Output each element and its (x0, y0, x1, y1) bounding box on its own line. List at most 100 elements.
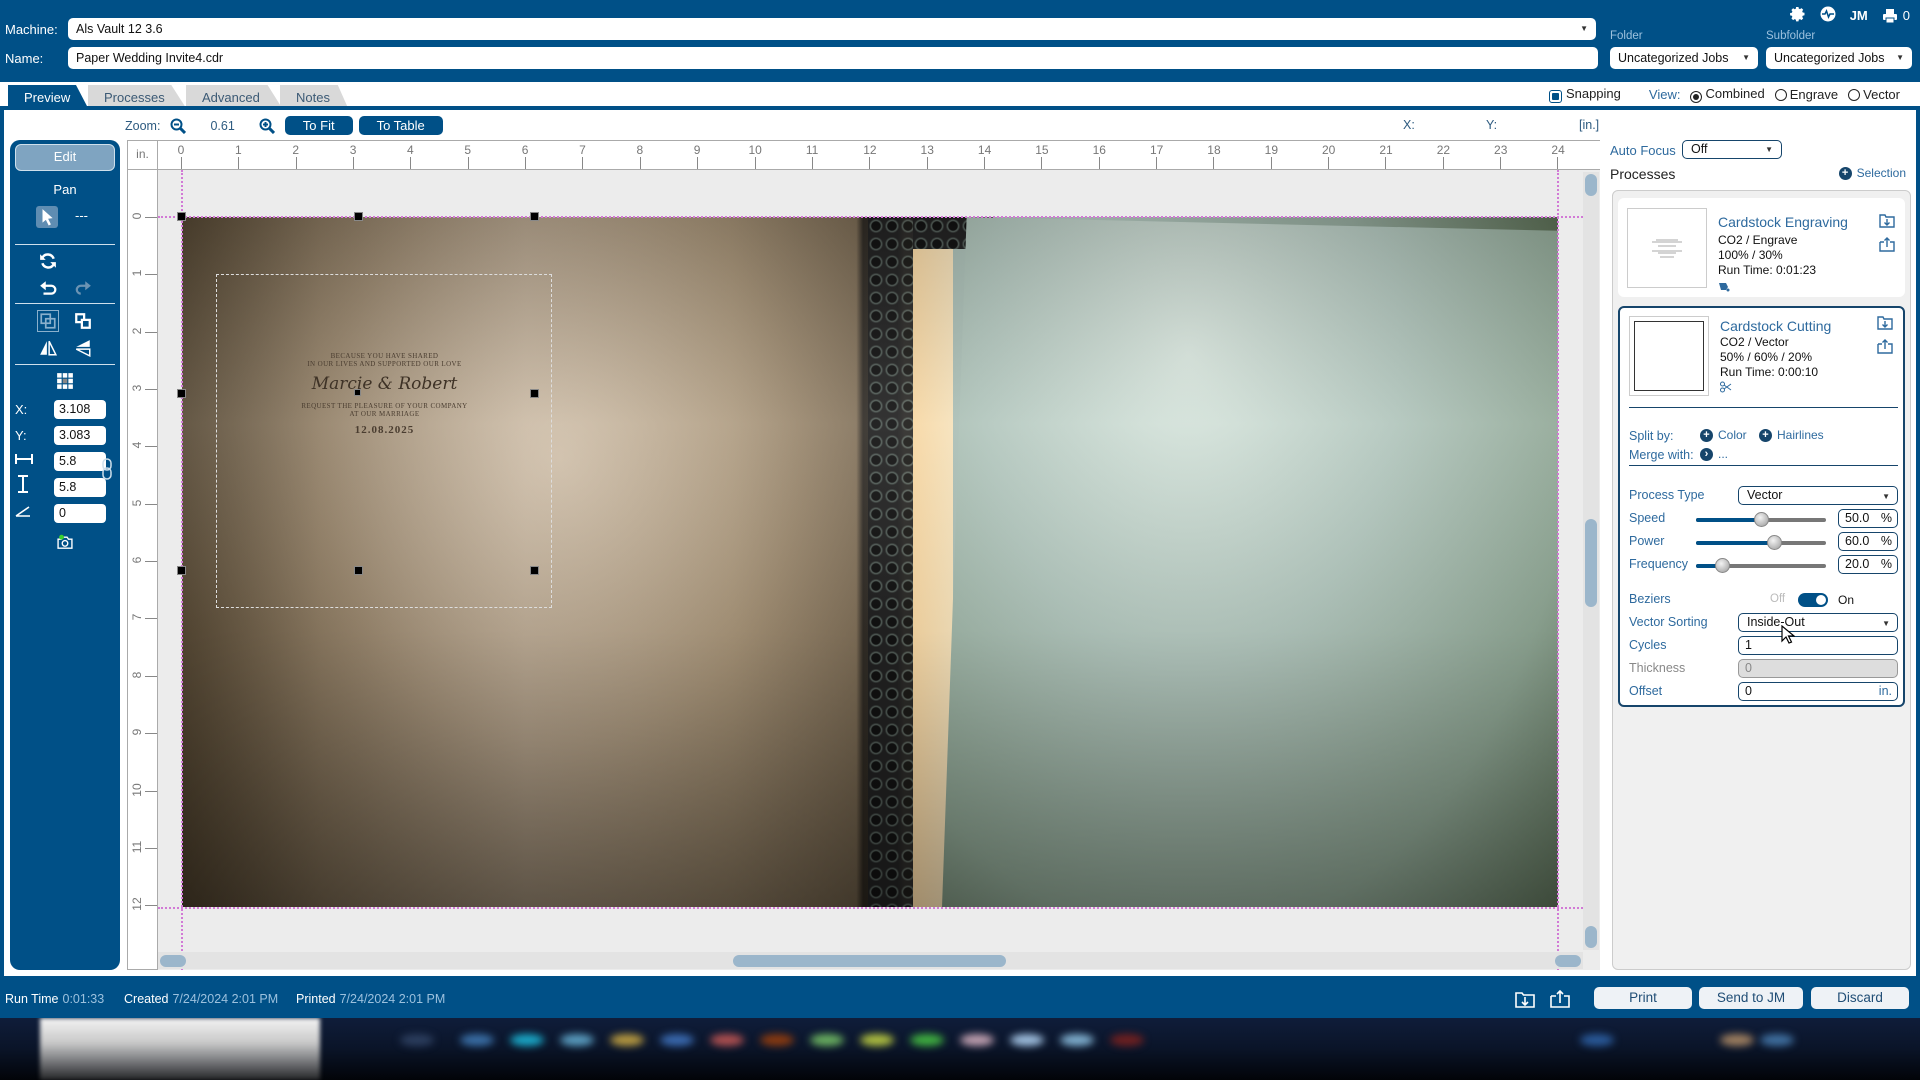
zoom-out-icon[interactable] (170, 118, 187, 134)
subfolder-select[interactable]: Uncategorized Jobs ▼ (1766, 47, 1912, 69)
y-position-input[interactable]: 3.083 (54, 426, 106, 445)
center-handle[interactable] (354, 389, 361, 396)
select-tool-button[interactable] (36, 206, 58, 228)
process-type-select[interactable]: Vector ▼ (1738, 486, 1898, 505)
print-button[interactable]: Print (1594, 987, 1692, 1009)
view-engrave-radio[interactable]: Engrave (1774, 87, 1838, 102)
resize-handle[interactable] (177, 566, 186, 575)
resize-handle[interactable] (354, 566, 363, 575)
scroll-left-button[interactable] (160, 955, 186, 967)
activity-button[interactable] (1820, 6, 1836, 25)
import-process-icon[interactable] (1877, 338, 1893, 354)
auto-focus-select[interactable]: Off ▼ (1682, 140, 1782, 159)
alignment-grid-button[interactable] (54, 370, 76, 392)
power-input[interactable]: 60.0 % (1838, 532, 1898, 551)
taskbar-app-icon[interactable] (760, 1034, 794, 1046)
taskbar-app-icon[interactable] (1720, 1034, 1754, 1046)
flip-horizontal-button[interactable] (37, 337, 59, 359)
vertical-scroll-thumb[interactable] (1585, 519, 1597, 607)
offset-input[interactable]: 0 in. (1738, 682, 1898, 701)
discard-button[interactable]: Discard (1811, 987, 1909, 1009)
slider-knob[interactable] (1715, 558, 1730, 573)
settings-button[interactable] (1789, 6, 1806, 25)
taskbar-app-icon[interactable] (610, 1034, 644, 1046)
pan-mode-button[interactable]: Pan (10, 182, 120, 197)
ungroup-button[interactable] (72, 310, 94, 332)
resize-handle[interactable] (177, 212, 186, 221)
speed-slider[interactable] (1696, 512, 1826, 527)
snapping-checkbox[interactable]: Snapping (1548, 86, 1621, 103)
frequency-slider[interactable] (1696, 558, 1826, 573)
export-job-icon[interactable] (1549, 988, 1571, 1010)
height-input[interactable]: 5.8 (54, 478, 106, 497)
lock-ratio-icon[interactable] (102, 458, 112, 480)
taskbar-app-icon[interactable] (960, 1034, 994, 1046)
save-to-folder-icon[interactable] (1514, 988, 1536, 1010)
scroll-right-button[interactable] (1555, 955, 1581, 967)
export-process-icon[interactable] (1877, 314, 1893, 330)
job-name-input[interactable]: Paper Wedding Invite4.cdr (68, 47, 1598, 69)
job-manager-button[interactable]: JM (1850, 8, 1868, 23)
taskbar-app-icon[interactable] (1060, 1034, 1094, 1046)
frequency-input[interactable]: 20.0 % (1838, 555, 1898, 574)
preview-canvas[interactable]: BECAUSE YOU HAVE SHARED IN OUR LIVES AND… (158, 170, 1600, 970)
cycles-input[interactable]: 1 (1738, 636, 1898, 655)
edit-mode-button[interactable]: Edit (15, 144, 115, 171)
export-process-icon[interactable] (1879, 212, 1895, 228)
power-slider[interactable] (1696, 535, 1826, 550)
scroll-down-button[interactable] (1585, 926, 1597, 948)
speed-input[interactable]: 50.0 % (1838, 509, 1898, 528)
merge-with-button[interactable]: ›... (1700, 447, 1728, 461)
print-queue-button[interactable]: 0 (1882, 8, 1910, 24)
taskbar-app-icon[interactable] (1110, 1034, 1144, 1046)
group-button[interactable] (37, 310, 59, 332)
tab-notes[interactable]: Notes (280, 85, 348, 108)
taskbar-app-icon[interactable] (560, 1034, 594, 1046)
view-combined-radio[interactable]: Combined (1690, 86, 1765, 103)
machine-select[interactable]: Als Vault 12 3.6 ▼ (68, 18, 1596, 40)
horizontal-scrollbar[interactable] (158, 952, 1583, 969)
taskbar-app-icon[interactable] (510, 1034, 544, 1046)
tab-advanced[interactable]: Advanced (186, 85, 282, 108)
add-selection-button[interactable]: + Selection (1838, 166, 1906, 180)
taskbar-app-icon[interactable] (400, 1034, 434, 1046)
undo-button[interactable] (37, 277, 59, 299)
taskbar-app-icon[interactable] (460, 1034, 494, 1046)
camera-button[interactable] (52, 530, 78, 554)
resize-handle[interactable] (530, 566, 539, 575)
invitation-artwork[interactable]: BECAUSE YOU HAVE SHARED IN OUR LIVES AND… (272, 352, 497, 436)
rotation-input[interactable]: 0 (54, 504, 106, 523)
zoom-in-icon[interactable] (259, 118, 275, 134)
resize-handle[interactable] (530, 212, 539, 221)
resize-handle[interactable] (530, 389, 539, 398)
view-vector-radio[interactable]: Vector (1848, 87, 1900, 102)
tab-processes[interactable]: Processes (88, 85, 186, 108)
taskbar-app-icon[interactable] (860, 1034, 894, 1046)
vector-sorting-select[interactable]: Inside-Out ▼ (1738, 613, 1898, 632)
slider-knob[interactable] (1754, 512, 1769, 527)
flip-vertical-button[interactable] (72, 337, 94, 359)
import-process-icon[interactable] (1879, 236, 1895, 252)
split-by-hairlines-button[interactable]: + Hairlines (1759, 428, 1824, 442)
process-card-engraving[interactable]: Cardstock Engraving CO2 / Engrave 100% /… (1618, 198, 1905, 297)
refresh-button[interactable] (37, 250, 59, 272)
vertical-scrollbar[interactable] (1583, 172, 1599, 950)
x-position-input[interactable]: 3.108 (54, 400, 106, 419)
taskbar-app-icon[interactable] (1010, 1034, 1044, 1046)
to-fit-button[interactable]: To Fit (284, 116, 353, 135)
scroll-up-button[interactable] (1585, 174, 1597, 196)
process-card-cutting[interactable]: Cardstock Cutting CO2 / Vector 50% / 60%… (1618, 306, 1905, 707)
send-to-jm-button[interactable]: Send to JM (1699, 987, 1803, 1009)
redo-button[interactable] (72, 277, 94, 299)
taskbar-app-icon[interactable] (1580, 1034, 1614, 1046)
slider-knob[interactable] (1767, 535, 1782, 550)
taskbar-app-icon[interactable] (1760, 1034, 1794, 1046)
tab-preview[interactable]: Preview (8, 85, 88, 108)
beziers-toggle[interactable] (1798, 593, 1828, 607)
split-by-color-button[interactable]: + Color (1700, 428, 1747, 442)
resize-handle[interactable] (354, 212, 363, 221)
horizontal-scroll-thumb[interactable] (733, 955, 1006, 967)
taskbar-app-icon[interactable] (810, 1034, 844, 1046)
resize-handle[interactable] (177, 389, 186, 398)
taskbar-app-icon[interactable] (710, 1034, 744, 1046)
